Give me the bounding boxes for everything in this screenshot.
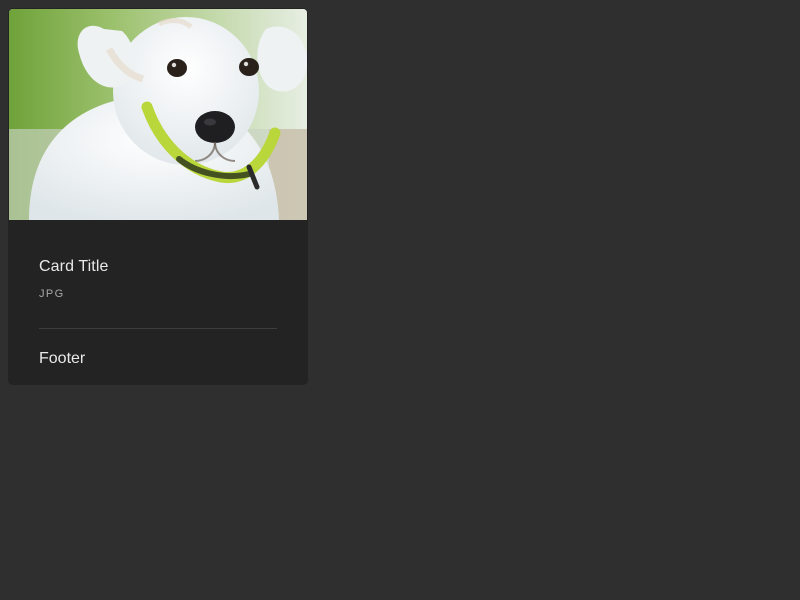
asset-card[interactable]: Card Title JPG Footer	[9, 9, 307, 384]
card-footer: Footer	[39, 350, 86, 367]
card-image	[9, 9, 307, 220]
card-body: Card Title JPG Footer	[39, 220, 277, 384]
card-title: Card Title	[39, 258, 109, 275]
card-divider	[39, 328, 277, 329]
card-subtitle: JPG	[39, 288, 65, 300]
